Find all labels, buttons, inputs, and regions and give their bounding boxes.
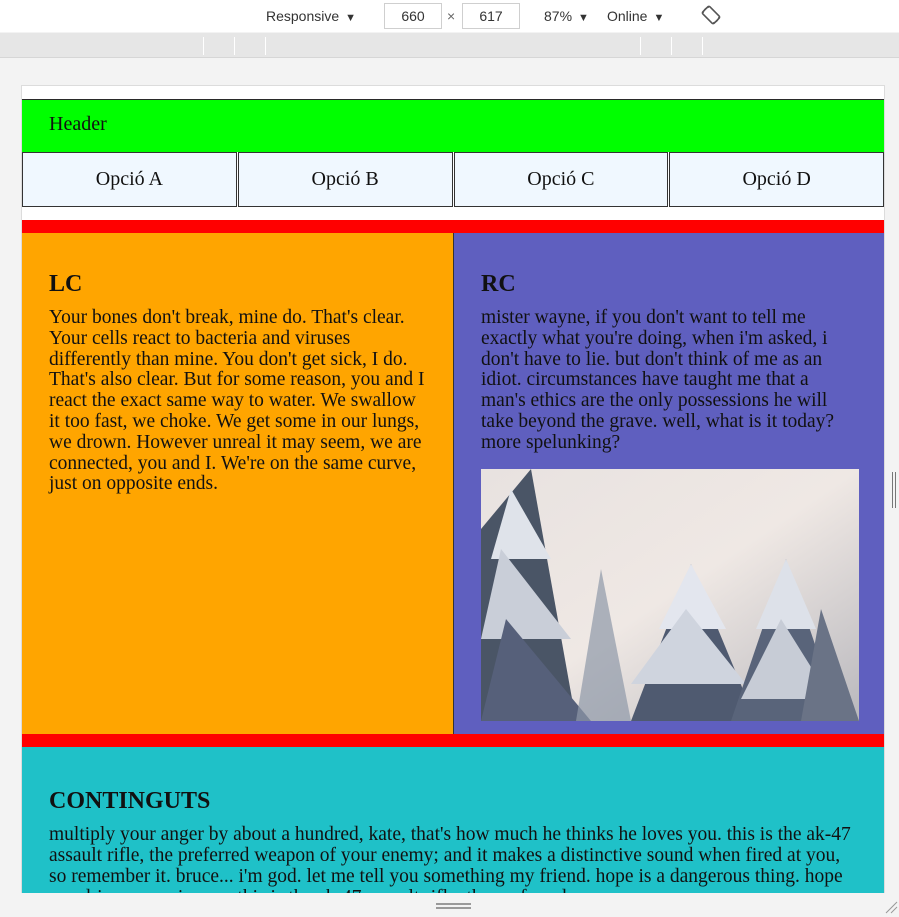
width-input[interactable]: 660 xyxy=(384,3,442,29)
device-mode-label: Responsive xyxy=(266,8,340,24)
contents-title: CONTINGUTS xyxy=(49,788,211,814)
nav-menu: Opció A Opció B Opció C Opció D xyxy=(22,152,884,207)
device-mode-dropdown[interactable]: Responsive ▼ xyxy=(266,0,356,32)
right-column-text: mister wayne, if you don't want to tell … xyxy=(481,307,835,453)
dimension-separator: × xyxy=(447,8,456,24)
rotate-icon[interactable] xyxy=(700,4,722,26)
nav-option-c[interactable]: Opció C xyxy=(453,152,669,207)
grip-line xyxy=(436,903,471,905)
nav-option-b[interactable]: Opció B xyxy=(237,152,453,207)
contents-text: multiply your anger by about a hundred, … xyxy=(49,824,851,893)
media-query-divider xyxy=(203,37,204,55)
emulated-viewport: Header Opció A Opció B Opció C Opció D L… xyxy=(22,86,884,893)
media-query-divider xyxy=(702,37,703,55)
snowy-forest-image xyxy=(481,469,859,721)
grip-line xyxy=(436,907,471,909)
nav-option-d[interactable]: Opció D xyxy=(669,152,884,207)
media-query-divider xyxy=(640,37,641,55)
header-title: Header xyxy=(49,113,107,135)
height-input[interactable]: 617 xyxy=(462,3,520,29)
zoom-dropdown[interactable]: 87% ▼ xyxy=(544,0,589,32)
left-column-text: Your bones don't break, mine do. That's … xyxy=(49,307,425,495)
left-column: LC Your bones don't break, mine do. That… xyxy=(22,233,453,734)
corner-resize-icon[interactable] xyxy=(884,900,898,914)
resize-handle-right[interactable] xyxy=(892,472,896,508)
resize-handle-bottom[interactable] xyxy=(0,893,899,917)
separator-bar xyxy=(22,734,884,747)
page-header: Header xyxy=(22,99,884,152)
chevron-down-icon: ▼ xyxy=(578,12,589,24)
snowy-trees-illustration xyxy=(481,469,859,721)
media-query-divider xyxy=(265,37,266,55)
media-query-bar[interactable] xyxy=(0,33,899,58)
throttling-label: Online xyxy=(607,8,648,24)
right-column-title: RC xyxy=(481,271,516,297)
device-toolbar: Responsive ▼ 660 × 617 87% ▼ Online ▼ xyxy=(0,0,899,32)
media-query-divider xyxy=(234,37,235,55)
throttling-dropdown[interactable]: Online ▼ xyxy=(607,0,664,32)
separator-bar xyxy=(22,220,884,233)
nav-option-a[interactable]: Opció A xyxy=(22,152,237,207)
zoom-label: 87% xyxy=(544,8,573,24)
chevron-down-icon: ▼ xyxy=(653,12,665,24)
left-column-title: LC xyxy=(49,271,83,297)
chevron-down-icon: ▼ xyxy=(345,12,357,24)
contents-section: CONTINGUTS multiply your anger by about … xyxy=(22,747,884,893)
media-query-divider xyxy=(671,37,672,55)
right-column: RC mister wayne, if you don't want to te… xyxy=(453,233,884,734)
